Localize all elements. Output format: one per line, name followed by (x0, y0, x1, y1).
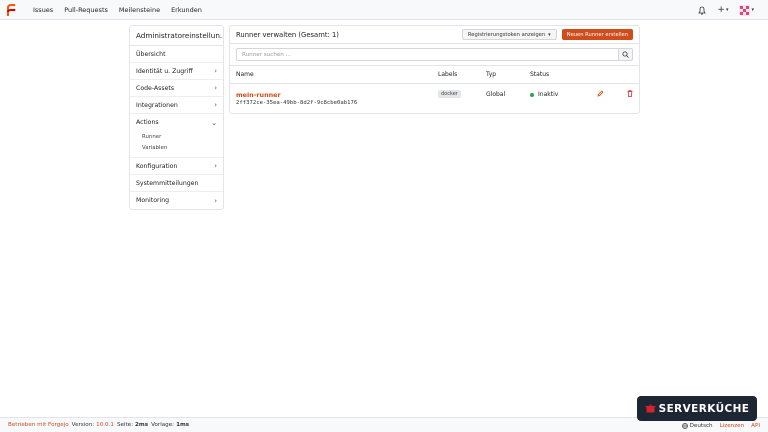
version-label: Version: (71, 422, 95, 428)
runner-id: 2ff372ce-35ea-49bb-8d2f-9c8cbe0ab176 (236, 100, 358, 106)
column-name[interactable]: Name (236, 71, 254, 78)
chevron-down-icon: ▾ (548, 31, 551, 38)
sidebar-item-label: Identität u. Zugriff (136, 67, 193, 75)
sidebar-group-actions: Actions ⌄ Runner Variablen (130, 114, 223, 158)
powered-by-link[interactable]: Betrieben mit Forgejo (8, 422, 69, 428)
runner-status: Inaktiv (530, 91, 558, 98)
sidebar-item-label: Code-Assets (136, 84, 175, 92)
sidebar-item-code-assets[interactable]: Code-Assets › (130, 80, 223, 97)
avatar (739, 4, 751, 16)
sidebar-item-monitoring[interactable]: Monitoring › (130, 192, 223, 209)
bell-icon[interactable] (698, 6, 707, 15)
search-button[interactable] (619, 48, 633, 61)
sidebar-item-label: Actions (136, 119, 159, 126)
panel-header: Runner verwalten (Gesamt: 1) Registrieru… (230, 26, 639, 44)
column-labels: Labels (438, 71, 458, 78)
search-input[interactable] (236, 48, 619, 61)
sidebar-item-label: Monitoring (136, 197, 170, 204)
chevron-right-icon: › (214, 162, 217, 170)
registration-token-button[interactable]: Registrierungstoken anzeigen ▾ (461, 29, 557, 40)
search-bar (230, 44, 639, 66)
registration-token-label: Registrierungstoken anzeigen (467, 31, 546, 38)
version-link[interactable]: 10.0.1 (96, 422, 114, 428)
sidebar-item-label: Konfiguration (136, 162, 178, 170)
page-title: Runner verwalten (Gesamt: 1) (236, 30, 339, 39)
nav-issues[interactable]: Issues (33, 0, 53, 20)
pencil-icon (597, 90, 604, 97)
table-row: mein-runner 2ff372ce-35ea-49bb-8d2f-9c8c… (230, 84, 639, 113)
sidebar-title: Administratoreinstellun... (130, 26, 223, 46)
status-dot-icon (530, 92, 534, 97)
serverkueche-badge: SERVERKÜCHE (637, 396, 757, 421)
sidebar-item-actions[interactable]: Actions ⌄ (130, 114, 223, 131)
sidebar-subitem-runner[interactable]: Runner (130, 131, 223, 142)
create-menu[interactable]: + ▾ (717, 4, 729, 15)
runner-type: Global (486, 91, 506, 98)
chevron-right-icon: › (214, 101, 217, 109)
globe-icon (681, 422, 688, 429)
sidebar-item-integrations[interactable]: Integrationen › (130, 97, 223, 114)
table-header: Name Labels Typ Status (230, 66, 639, 84)
edit-runner-button[interactable] (597, 90, 604, 99)
search-icon (622, 51, 629, 58)
chevron-right-icon: › (214, 67, 217, 75)
api-link[interactable]: API (751, 423, 760, 429)
badge-text: SERVERKÜCHE (658, 402, 750, 415)
page-time: 2ms (135, 422, 149, 428)
chevron-right-icon: › (214, 196, 217, 205)
page-time-label: Seite: (116, 422, 134, 428)
language-selector[interactable]: Deutsch (681, 422, 713, 429)
forgejo-logo[interactable] (0, 0, 22, 20)
template-time: 1ms (176, 422, 190, 428)
nav-milestones[interactable]: Meilensteine (119, 0, 160, 20)
sidebar-subitem-variables[interactable]: Variablen (130, 142, 223, 153)
template-time-label: Vorlage: (151, 422, 175, 428)
sidebar-item-configuration[interactable]: Konfiguration › (130, 158, 223, 175)
user-menu[interactable]: ▾ (739, 4, 754, 16)
column-status[interactable]: Status (530, 71, 549, 78)
admin-sidebar: Administratoreinstellun... Übersicht Ide… (129, 25, 224, 210)
nav-pull-requests[interactable]: Pull-Requests (64, 0, 108, 20)
pot-icon (645, 404, 656, 413)
chevron-down-icon: ⌄ (211, 118, 217, 127)
nav-explore[interactable]: Erkunden (171, 0, 202, 20)
sidebar-item-label: Systemmitteilungen (136, 179, 199, 187)
sidebar-item-notices[interactable]: Systemmitteilungen (130, 175, 223, 192)
runner-label-badge: docker (438, 90, 461, 98)
runner-name-link[interactable]: mein-runner (236, 91, 281, 99)
licenses-link[interactable]: Lizenzen (720, 423, 745, 429)
language-label: Deutsch (689, 422, 713, 429)
chevron-down-icon: ▾ (751, 7, 754, 13)
column-type[interactable]: Typ (486, 71, 496, 78)
sidebar-item-identity[interactable]: Identität u. Zugriff › (130, 63, 223, 80)
top-navbar: Issues Pull-Requests Meilensteine Erkund… (0, 0, 768, 20)
chevron-right-icon: › (214, 84, 217, 92)
sidebar-item-label: Integrationen (136, 101, 178, 109)
runner-panel: Runner verwalten (Gesamt: 1) Registrieru… (229, 25, 640, 114)
create-runner-button[interactable]: Neuen Runner erstellen (561, 29, 633, 40)
sidebar-item-overview[interactable]: Übersicht (130, 46, 223, 63)
runner-status-label: Inaktiv (538, 91, 559, 98)
sidebar-item-label: Übersicht (136, 50, 166, 58)
delete-runner-button[interactable] (627, 90, 633, 99)
chevron-down-icon: ▾ (725, 7, 729, 13)
plus-icon: + (717, 4, 725, 15)
trash-icon (627, 90, 633, 97)
